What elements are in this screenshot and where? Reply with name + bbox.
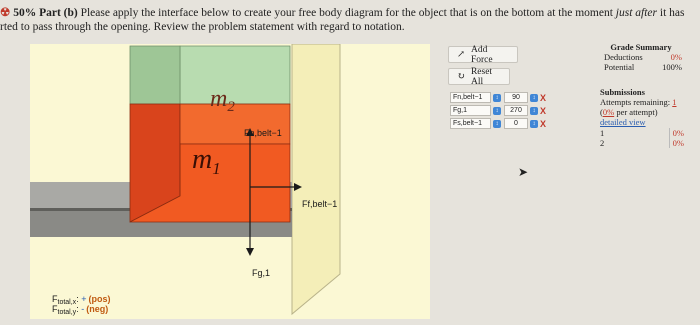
free-body-diagram: m2 m1 Fn,belt−1 Fg,1 Ff,belt−1 Ftotal,x:…	[30, 43, 430, 319]
add-force-button[interactable]: ↗ Add Force	[448, 44, 518, 65]
reset-icon: ↻	[457, 72, 465, 82]
force-name-field[interactable]: Fg,1	[450, 105, 491, 116]
problem-text: Please apply the interface below to crea…	[77, 7, 616, 19]
grade-summary: Grade Summary Deductions 0% Potential 10…	[600, 42, 682, 72]
spinner-icon[interactable]: ↕	[493, 119, 501, 128]
potential-row: Potential 100%	[600, 62, 682, 72]
deductions-label: Deductions	[604, 52, 643, 62]
force-angle-field[interactable]: 270	[504, 105, 528, 116]
per-attempt-row: (0% per attempt)	[600, 107, 684, 117]
add-force-label: Add Force	[470, 44, 493, 65]
reset-all-label: Reset All	[470, 66, 493, 87]
diagram-canvas: m2 m1 Fn,belt−1 Fg,1 Ff,belt−1 Ftotal,x:…	[30, 43, 430, 319]
attempts-label: Attempts remaining:	[600, 97, 673, 107]
per-attempt-value: 0%	[602, 107, 615, 117]
problem-statement: ☢ 50% Part (b) Please apply the interfac…	[0, 6, 700, 34]
deductions-value: 0%	[670, 52, 682, 62]
spinner-icon[interactable]: ↕	[530, 106, 538, 115]
attempts-value: 1	[672, 97, 677, 107]
problem-emphasis: just after	[615, 7, 658, 19]
problem-text-tail: it has	[657, 7, 685, 19]
spinner-icon[interactable]: ↕	[530, 119, 538, 128]
submission-number: 1	[600, 128, 605, 138]
detailed-view-link[interactable]: detailed view	[600, 117, 684, 127]
submission-row: 2 0%	[600, 138, 684, 148]
submissions-panel: Submissions Attempts remaining: 1 (0% pe…	[600, 87, 684, 148]
side-plane	[291, 43, 341, 316]
reset-all-button[interactable]: ↻ Reset All	[448, 66, 510, 87]
attempts-row: Attempts remaining: 1	[600, 97, 684, 107]
submission-row: 1 0%	[600, 128, 684, 138]
friction-force-label: Ff,belt−1	[302, 199, 337, 209]
potential-value: 100%	[662, 62, 682, 72]
grade-summary-title: Grade Summary	[610, 42, 672, 52]
potential-label: Potential	[604, 62, 635, 72]
part-percent: 50%	[13, 7, 37, 19]
force-name-field[interactable]: Fs,belt−1	[450, 118, 491, 129]
cursor-icon: ➤	[518, 165, 529, 179]
remove-force-button[interactable]: X	[540, 93, 546, 103]
submission-score: 0%	[668, 138, 684, 148]
part-label: Part (b)	[39, 7, 78, 19]
force-row: Fg,1 ↕ 270 ↕ X	[450, 104, 560, 117]
force-name-field[interactable]: Fn,belt−1	[450, 92, 491, 103]
force-list: Fn,belt−1 ↕ 90 ↕ X Fg,1 ↕ 270 ↕ X Fs,bel…	[450, 91, 560, 130]
upper-block-side	[129, 45, 181, 105]
arrow-icon: ↗	[457, 50, 465, 60]
spinner-icon[interactable]: ↕	[493, 106, 501, 115]
spinner-icon[interactable]: ↕	[530, 93, 538, 102]
force-row: Fn,belt−1 ↕ 90 ↕ X	[450, 91, 560, 104]
warning-icon: ☢	[0, 7, 11, 19]
force-angle-field[interactable]: 0	[504, 118, 528, 129]
problem-line-1: ☢ 50% Part (b) Please apply the interfac…	[0, 6, 700, 20]
upper-block-back	[179, 45, 291, 105]
deductions-row: Deductions 0%	[600, 52, 682, 62]
gravity-force-label: Fg,1	[252, 268, 270, 278]
normal-force-label: Fn,belt−1	[244, 128, 282, 138]
force-row: Fs,belt−1 ↕ 0 ↕ X	[450, 117, 560, 130]
force-angle-field[interactable]: 90	[504, 92, 528, 103]
box-top-face	[179, 103, 291, 145]
problem-line-2: rted to pass through the opening. Review…	[0, 21, 405, 33]
remove-force-button[interactable]: X	[540, 119, 546, 129]
per-attempt-label: per attempt)	[614, 107, 658, 117]
remove-force-button[interactable]: X	[540, 106, 546, 116]
submission-score: 0%	[668, 128, 684, 138]
submission-number: 2	[600, 138, 605, 148]
submissions-title: Submissions	[600, 87, 645, 97]
spinner-icon[interactable]: ↕	[493, 93, 501, 102]
